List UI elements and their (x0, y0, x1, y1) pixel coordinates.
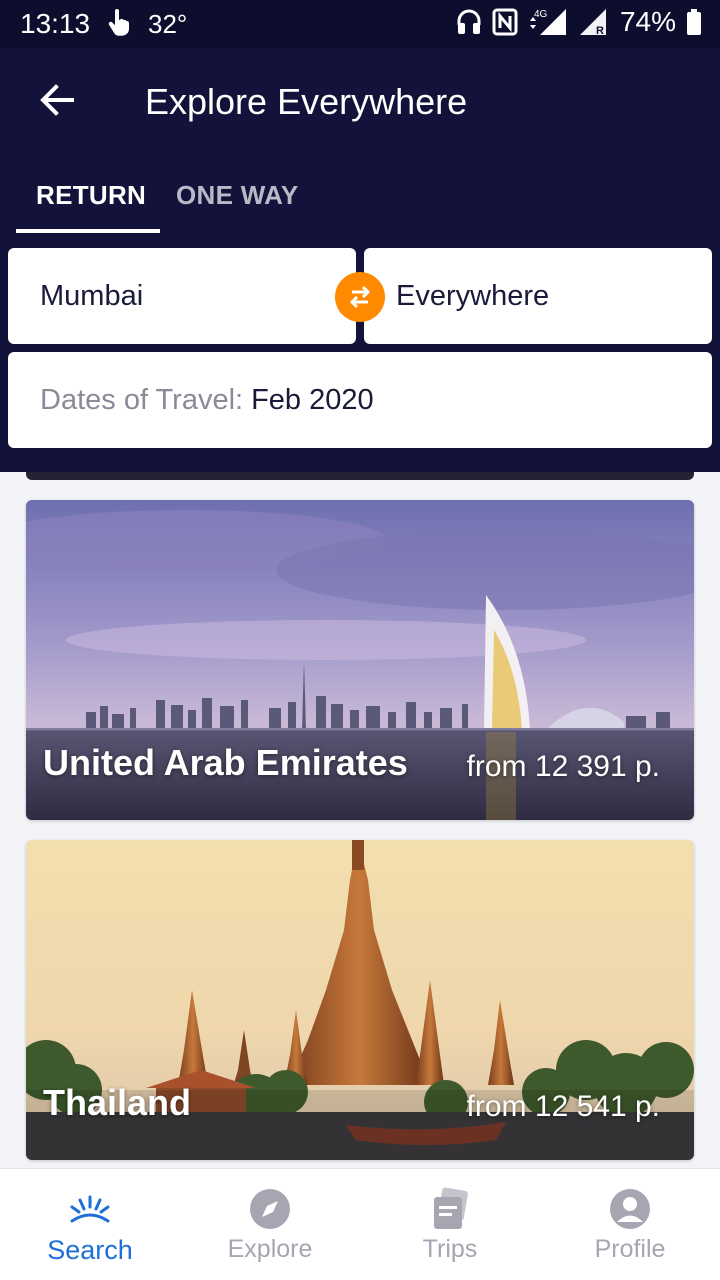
nav-label-profile: Profile (594, 1235, 666, 1263)
destination-name: Thailand (43, 1082, 192, 1123)
previous-destination-card[interactable] (26, 472, 694, 480)
nav-profile[interactable]: Profile (540, 1169, 720, 1280)
tab-one-way[interactable]: ONE WAY (176, 180, 299, 211)
origin-value: Mumbai (40, 279, 144, 312)
nav-search[interactable]: Search (0, 1169, 180, 1280)
bottom-navigation: Search Explore Trips Profile (0, 1168, 720, 1280)
user-icon (610, 1189, 650, 1229)
nav-trips[interactable]: Trips (360, 1169, 540, 1280)
nav-explore[interactable]: Explore (180, 1169, 360, 1280)
tab-return[interactable]: RETURN (36, 180, 146, 211)
headphones-icon (457, 9, 481, 34)
destination-price: from 12 391 р. (466, 750, 660, 783)
svg-text:4G: 4G (534, 9, 548, 20)
status-right-icons: 4G R 74% (456, 6, 702, 38)
roaming-signal-icon: R (579, 9, 606, 37)
active-tab-indicator (16, 229, 160, 233)
travel-dates-field[interactable]: Dates of Travel: Feb 2020 (8, 352, 712, 448)
page-title: Explore Everywhere (145, 81, 468, 122)
app-header: Explore Everywhere RETURN ONE WAY Mumbai… (0, 48, 720, 472)
4g-signal-icon: 4G (529, 9, 566, 35)
nav-label-explore: Explore (227, 1235, 313, 1263)
origin-field[interactable]: Mumbai (8, 248, 356, 344)
dates-label: Dates of Travel: (40, 383, 244, 416)
destination-card-thailand[interactable]: Thailand from 12 541 р. (26, 840, 694, 1160)
dates-value: Feb 2020 (251, 383, 374, 416)
nav-label-search: Search (47, 1235, 133, 1265)
nfc-icon (492, 8, 518, 36)
destination-card-uae[interactable]: United Arab Emirates from 12 391 р. (26, 500, 694, 820)
status-time: 13:13 (20, 8, 91, 39)
svg-text:R: R (596, 25, 604, 37)
destination-field[interactable]: Everywhere (364, 248, 712, 344)
status-temperature: 32° (148, 9, 188, 39)
tickets-icon (434, 1187, 468, 1229)
battery-percent: 74% (619, 6, 676, 37)
battery-icon (687, 9, 701, 35)
destination-value: Everywhere (396, 279, 550, 312)
status-bar: 13:13 32° 4G R 74% (0, 0, 720, 48)
destination-price: from 12 541 р. (466, 1090, 660, 1123)
touch-hand-icon (108, 9, 129, 36)
arrow-left-icon[interactable] (36, 78, 80, 122)
swap-arrows-icon (349, 285, 371, 309)
swap-button[interactable] (335, 272, 385, 322)
sunrise-icon (70, 1195, 110, 1223)
compass-icon (250, 1189, 290, 1229)
nav-label-trips: Trips (422, 1235, 478, 1263)
destination-name: United Arab Emirates (43, 742, 408, 783)
